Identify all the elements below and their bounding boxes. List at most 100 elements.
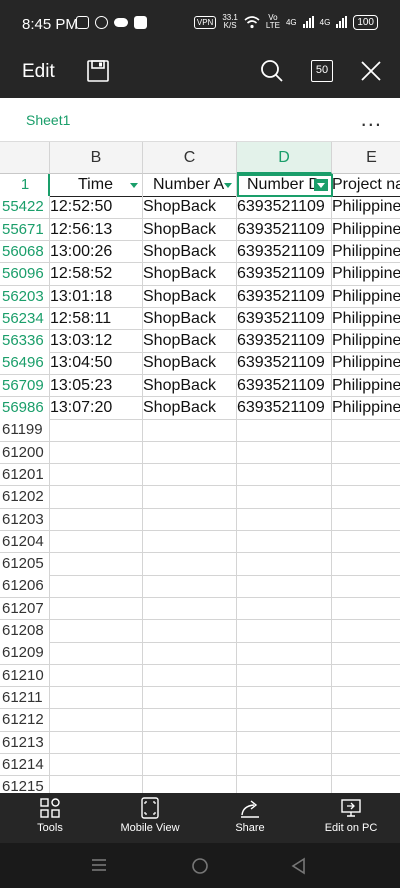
row-number[interactable]: 56709 (0, 374, 50, 398)
table-cell[interactable]: 12:58:52 (50, 263, 143, 286)
table-cell[interactable]: 12:52:50 (50, 196, 143, 219)
recents-icon[interactable] (90, 857, 108, 873)
table-cell[interactable] (332, 709, 400, 732)
table-cell[interactable]: Philippines (332, 352, 400, 375)
table-cell[interactable]: 13:03:12 (50, 330, 143, 353)
table-cell[interactable] (50, 642, 143, 665)
row-number[interactable]: 56496 (0, 352, 50, 375)
table-cell[interactable]: 6393521109 (237, 307, 332, 331)
row-number[interactable]: 61213 (0, 731, 50, 754)
row-number[interactable]: 61214 (0, 753, 50, 777)
table-cell[interactable] (237, 530, 332, 554)
table-cell[interactable] (237, 731, 332, 754)
back-icon[interactable] (290, 857, 306, 875)
table-cell[interactable] (237, 753, 332, 777)
filter-dropdown-icon[interactable] (314, 179, 328, 191)
table-cell[interactable] (332, 442, 400, 465)
row-number[interactable]: 61203 (0, 508, 50, 531)
table-cell[interactable] (50, 776, 143, 793)
table-cell[interactable]: 13:04:50 (50, 352, 143, 375)
table-cell[interactable] (50, 486, 143, 509)
filter-dropdown-icon[interactable] (221, 179, 235, 191)
table-cell[interactable]: 13:01:18 (50, 285, 143, 308)
table-cell[interactable] (332, 531, 400, 554)
table-cell[interactable] (50, 463, 143, 487)
table-cell[interactable] (50, 620, 143, 643)
table-cell[interactable] (143, 776, 237, 793)
table-cell[interactable] (332, 776, 400, 793)
row-number[interactable]: 61206 (0, 575, 50, 598)
row-number[interactable]: 61215 (0, 776, 50, 793)
row-number[interactable]: 55422 (0, 196, 50, 219)
table-cell[interactable]: ShopBack (143, 285, 237, 308)
row-number[interactable]: 61207 (0, 597, 50, 621)
table-cell[interactable]: 12:58:11 (50, 307, 143, 331)
table-cell[interactable] (143, 553, 237, 576)
more-options-icon[interactable]: ... (361, 106, 382, 132)
search-icon[interactable] (260, 59, 284, 83)
table-cell[interactable] (143, 642, 237, 665)
table-cell[interactable] (143, 575, 237, 598)
tab-sheet1[interactable]: Sheet1 (26, 112, 70, 128)
column-header-b[interactable]: B (50, 142, 143, 174)
table-cell[interactable] (332, 598, 400, 621)
table-cell[interactable] (50, 419, 143, 442)
table-cell[interactable] (143, 463, 237, 487)
table-cell[interactable]: 6393521109 (237, 352, 332, 375)
table-cell[interactable] (332, 620, 400, 643)
table-cell[interactable] (332, 553, 400, 576)
row-number[interactable]: 56096 (0, 263, 50, 286)
table-cell[interactable] (50, 530, 143, 554)
table-cell[interactable]: Philippines (332, 397, 400, 420)
table-cell[interactable]: ShopBack (143, 330, 237, 353)
row-number[interactable]: 61208 (0, 620, 50, 643)
table-cell[interactable]: Philippines (332, 241, 400, 264)
row-number[interactable]: 56986 (0, 397, 50, 420)
table-cell[interactable] (50, 441, 143, 465)
table-cell[interactable] (50, 575, 143, 598)
table-cell[interactable]: ShopBack (143, 263, 237, 286)
column-header-c[interactable]: C (143, 142, 237, 174)
table-cell[interactable]: 6393521109 (237, 285, 332, 308)
close-icon[interactable] (359, 59, 383, 83)
row-number[interactable]: 55671 (0, 218, 50, 242)
table-cell[interactable] (237, 776, 332, 793)
table-cell[interactable]: 6393521109 (237, 196, 332, 219)
table-cell[interactable] (50, 664, 143, 688)
row-number[interactable]: 61209 (0, 642, 50, 665)
home-icon[interactable] (191, 857, 209, 875)
table-cell[interactable]: Philippines (332, 286, 400, 308)
table-cell[interactable] (332, 419, 400, 442)
tools-button[interactable]: Tools (28, 797, 72, 834)
edit-button[interactable]: Edit (22, 61, 55, 83)
table-cell[interactable]: ShopBack (143, 307, 237, 331)
table-cell[interactable] (237, 508, 332, 531)
table-cell[interactable] (237, 553, 332, 576)
row-number[interactable]: 56234 (0, 307, 50, 331)
table-cell[interactable]: 6393521109 (237, 218, 332, 242)
table-cell[interactable]: ShopBack (143, 352, 237, 375)
table-cell[interactable] (237, 686, 332, 710)
table-cell[interactable] (332, 754, 400, 777)
table-cell[interactable]: Philippines (332, 375, 400, 398)
table-cell[interactable] (50, 709, 143, 732)
table-cell[interactable] (50, 753, 143, 777)
table-cell[interactable] (237, 620, 332, 643)
table-cell[interactable] (50, 553, 143, 576)
table-cell[interactable] (143, 731, 237, 754)
table-cell[interactable] (332, 486, 400, 509)
table-cell[interactable] (143, 441, 237, 465)
row-number[interactable]: 61204 (0, 530, 50, 554)
table-cell[interactable] (332, 665, 400, 688)
table-cell[interactable] (237, 664, 332, 688)
table-cell[interactable] (143, 620, 237, 643)
page-count-button[interactable]: 50 (311, 60, 333, 82)
table-cell[interactable] (237, 486, 332, 509)
table-cell[interactable]: ShopBack (143, 218, 237, 242)
table-cell[interactable]: ShopBack (143, 240, 237, 264)
table-cell[interactable]: Philippines (332, 308, 400, 331)
grid-corner[interactable] (0, 142, 50, 174)
filter-dropdown-icon[interactable] (127, 179, 141, 191)
table-cell[interactable]: Philippines (332, 263, 400, 286)
table-cell[interactable]: ShopBack (143, 397, 237, 420)
